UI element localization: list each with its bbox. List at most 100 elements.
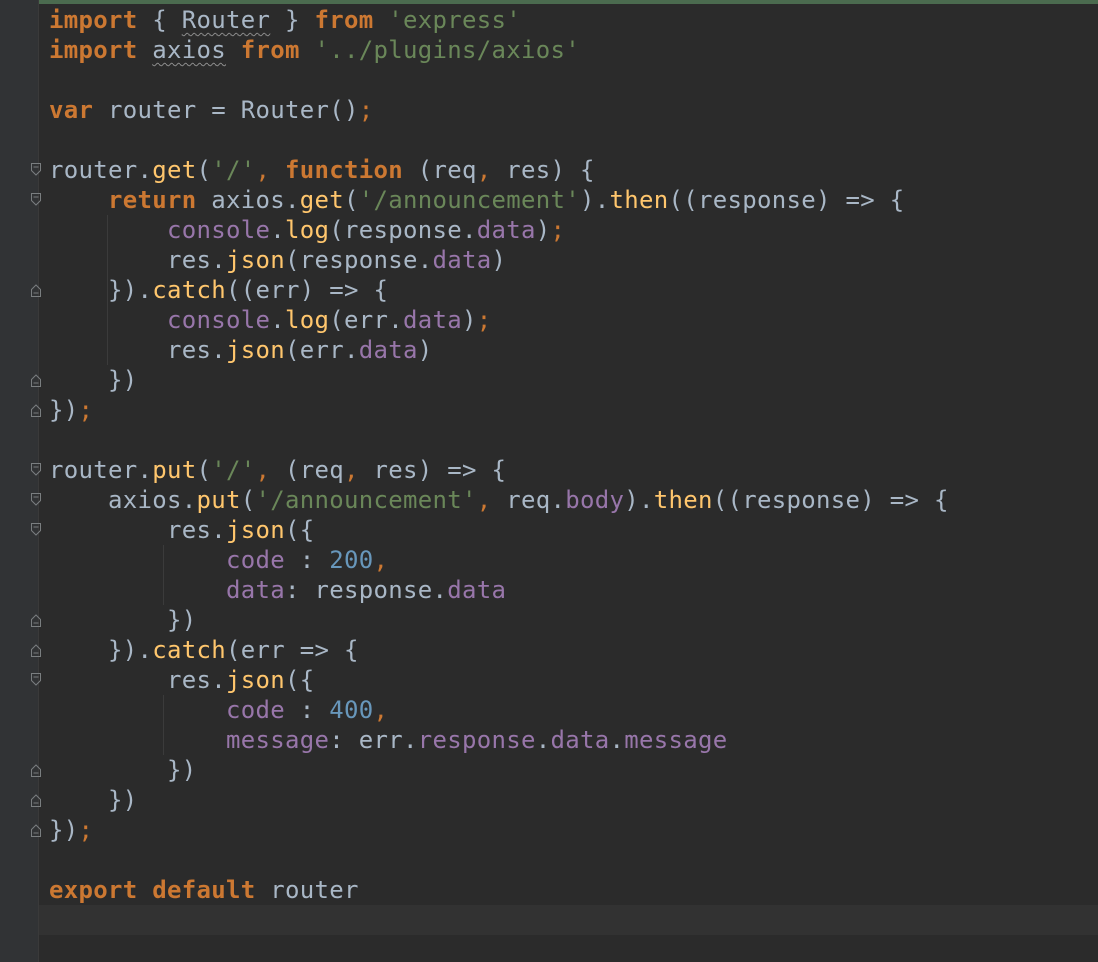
code-token: ((response) => { [712, 486, 949, 514]
code-line[interactable] [49, 905, 949, 935]
code-line[interactable]: }).catch(err => { [49, 635, 949, 665]
code-token: }). [49, 636, 153, 664]
code-line[interactable]: axios.put('/announcement', req.body).the… [49, 485, 949, 515]
code-token: router. [49, 156, 153, 184]
code-token: ; [358, 96, 374, 124]
code-line[interactable] [49, 125, 949, 155]
code-token: default [152, 876, 256, 904]
code-token: }) [49, 606, 197, 634]
code-token: . [535, 726, 551, 754]
code-line[interactable] [49, 65, 949, 95]
code-token: ). [580, 186, 610, 214]
code-line[interactable]: code : 400, [49, 695, 949, 725]
fold-open-icon[interactable] [28, 191, 44, 209]
code-token: ; [78, 396, 94, 424]
code-token: data [550, 726, 610, 754]
code-line[interactable]: import axios from '../plugins/axios' [49, 35, 949, 65]
code-token: res. [49, 336, 226, 364]
code-line[interactable]: res.json({ [49, 515, 949, 545]
fold-close-icon[interactable] [28, 641, 44, 659]
fold-close-icon[interactable] [28, 821, 44, 839]
code-line[interactable]: message: err.response.data.message [49, 725, 949, 755]
code-token: ) [462, 306, 477, 334]
code-line[interactable]: res.json(err.data) [49, 335, 949, 365]
code-line[interactable]: }).catch((err) => { [49, 275, 949, 305]
code-token: , [255, 156, 285, 184]
code-token: '/announcement' [255, 486, 477, 514]
code-token: put [152, 456, 197, 484]
code-line[interactable]: var router = Router(); [49, 95, 949, 125]
code-token: . [270, 306, 285, 334]
editor-top-border [0, 0, 1098, 4]
code-token: (response. [329, 216, 477, 244]
code-line[interactable]: router.get('/', function (req, res) { [49, 155, 949, 185]
fold-open-icon[interactable] [28, 671, 44, 689]
code-line[interactable]: }); [49, 395, 949, 425]
code-line[interactable]: }) [49, 785, 949, 815]
code-token: json [226, 246, 285, 274]
code-token: from [314, 6, 374, 34]
fold-close-icon[interactable] [28, 371, 44, 389]
code-line[interactable]: }); [49, 815, 949, 845]
code-token: : err. [329, 726, 418, 754]
code-token: }) [49, 756, 197, 784]
code-token: ( [196, 456, 212, 484]
fold-close-icon[interactable] [28, 281, 44, 299]
code-token: (response. [285, 246, 433, 274]
code-token: ({ [285, 516, 315, 544]
code-token: }) [49, 816, 79, 844]
code-token: ( [344, 186, 359, 214]
code-token: : [285, 546, 330, 574]
code-line[interactable] [49, 425, 949, 455]
code-token: var [49, 96, 94, 124]
code-line[interactable]: res.json({ [49, 665, 949, 695]
editor-gutter[interactable] [0, 0, 38, 962]
fold-close-icon[interactable] [28, 611, 44, 629]
code-token: router [255, 876, 359, 904]
code-token: ). [624, 486, 654, 514]
code-line[interactable]: router.put('/', (req, res) => { [49, 455, 949, 485]
code-token: body [565, 486, 625, 514]
code-line[interactable]: data: response.data [49, 575, 949, 605]
code-text-area[interactable]: import { Router } from 'express' import a… [49, 5, 949, 935]
code-token: json [226, 336, 285, 364]
code-line[interactable] [49, 845, 949, 875]
code-token: catch [152, 636, 226, 664]
code-token: get [152, 156, 197, 184]
code-line[interactable]: }) [49, 605, 949, 635]
fold-open-icon[interactable] [28, 521, 44, 539]
fold-close-icon[interactable] [28, 791, 44, 809]
code-line[interactable]: return axios.get('/announcement').then((… [49, 185, 949, 215]
code-token: data [403, 306, 462, 334]
code-line[interactable]: import { Router } from 'express' [49, 5, 949, 35]
code-token: then [653, 486, 713, 514]
fold-open-icon[interactable] [28, 491, 44, 509]
fold-open-icon[interactable] [28, 461, 44, 479]
code-line[interactable]: res.json(response.data) [49, 245, 949, 275]
code-token: router = Router() [93, 96, 359, 124]
code-line[interactable]: }) [49, 755, 949, 785]
code-token: }). [49, 276, 153, 304]
code-token: get [299, 186, 344, 214]
code-token: code [226, 696, 285, 724]
code-token: 400 [329, 696, 374, 724]
fold-close-icon[interactable] [28, 761, 44, 779]
code-line[interactable]: code : 200, [49, 545, 949, 575]
code-token: then [609, 186, 669, 214]
code-token: catch [152, 276, 226, 304]
fold-close-icon[interactable] [28, 401, 44, 419]
fold-open-icon[interactable] [28, 161, 44, 179]
code-token: console [167, 216, 271, 244]
code-line[interactable]: console.log(err.data); [49, 305, 949, 335]
code-token: axios [152, 36, 226, 64]
code-token: ) [491, 246, 507, 274]
code-line[interactable]: }) [49, 365, 949, 395]
code-token: code [226, 546, 285, 574]
code-token: message [226, 726, 330, 754]
gutter-separator [38, 0, 39, 962]
code-line[interactable]: console.log(response.data); [49, 215, 949, 245]
code-line[interactable]: export default router [49, 875, 949, 905]
